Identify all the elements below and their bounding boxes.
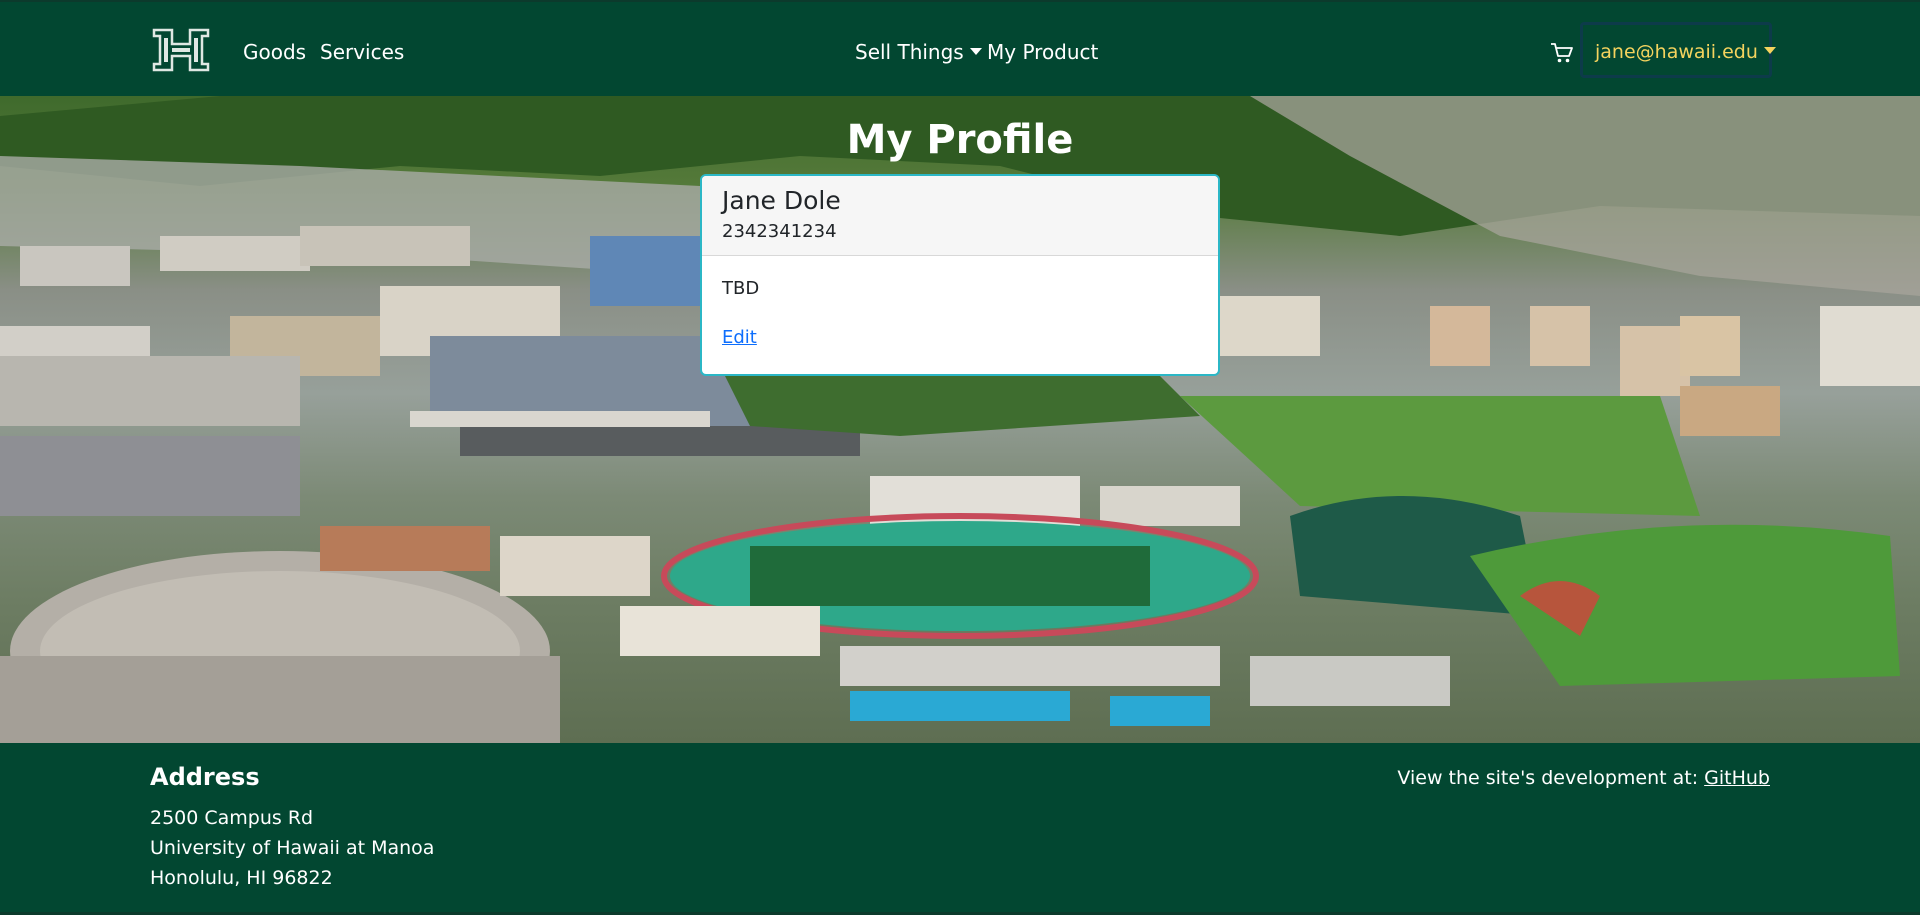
sell-things-label: Sell Things [855,40,964,64]
footer-dev-text: View the site's development at: [1397,767,1705,789]
page-title: My Profile [846,117,1074,163]
user-account-dropdown[interactable]: jane@hawaii.edu [1580,22,1776,78]
footer-address-line: Honolulu, HI 96822 [150,867,333,889]
profile-name: Jane Dole [722,186,841,215]
profile-phone: 2342341234 [722,221,837,242]
github-link[interactable]: GitHub [1704,767,1770,789]
user-email-label: jane@hawaii.edu [1595,41,1776,63]
footer: Address 2500 Campus Rd University of Haw… [0,743,1920,915]
footer-address-line: University of Hawaii at Manoa [150,837,435,859]
nav-sell-things-dropdown[interactable]: Sell Things [855,40,982,64]
navbar: Goods Services Sell Things My Product ja… [0,0,1920,96]
shopping-cart-icon[interactable] [1550,42,1574,64]
profile-card: Jane Dole 2342341234 TBD Edit [700,174,1220,376]
chevron-down-icon [969,48,982,55]
profile-description: TBD [722,278,760,299]
chevron-down-icon [1763,47,1776,54]
user-email-text: jane@hawaii.edu [1595,41,1758,63]
edit-profile-link[interactable]: Edit [722,327,757,348]
hawaii-h-logo-icon[interactable] [150,26,212,74]
nav-services-link[interactable]: Services [320,40,404,64]
footer-address-heading: Address [150,763,260,791]
nav-my-product-link[interactable]: My Product [987,40,1098,64]
footer-dev-info: View the site's development at: GitHub [1397,767,1770,789]
profile-card-header: Jane Dole 2342341234 [702,176,1218,256]
footer-address-line: 2500 Campus Rd [150,807,314,829]
nav-goods-link[interactable]: Goods [243,40,306,64]
profile-card-body: TBD Edit [702,256,1218,370]
